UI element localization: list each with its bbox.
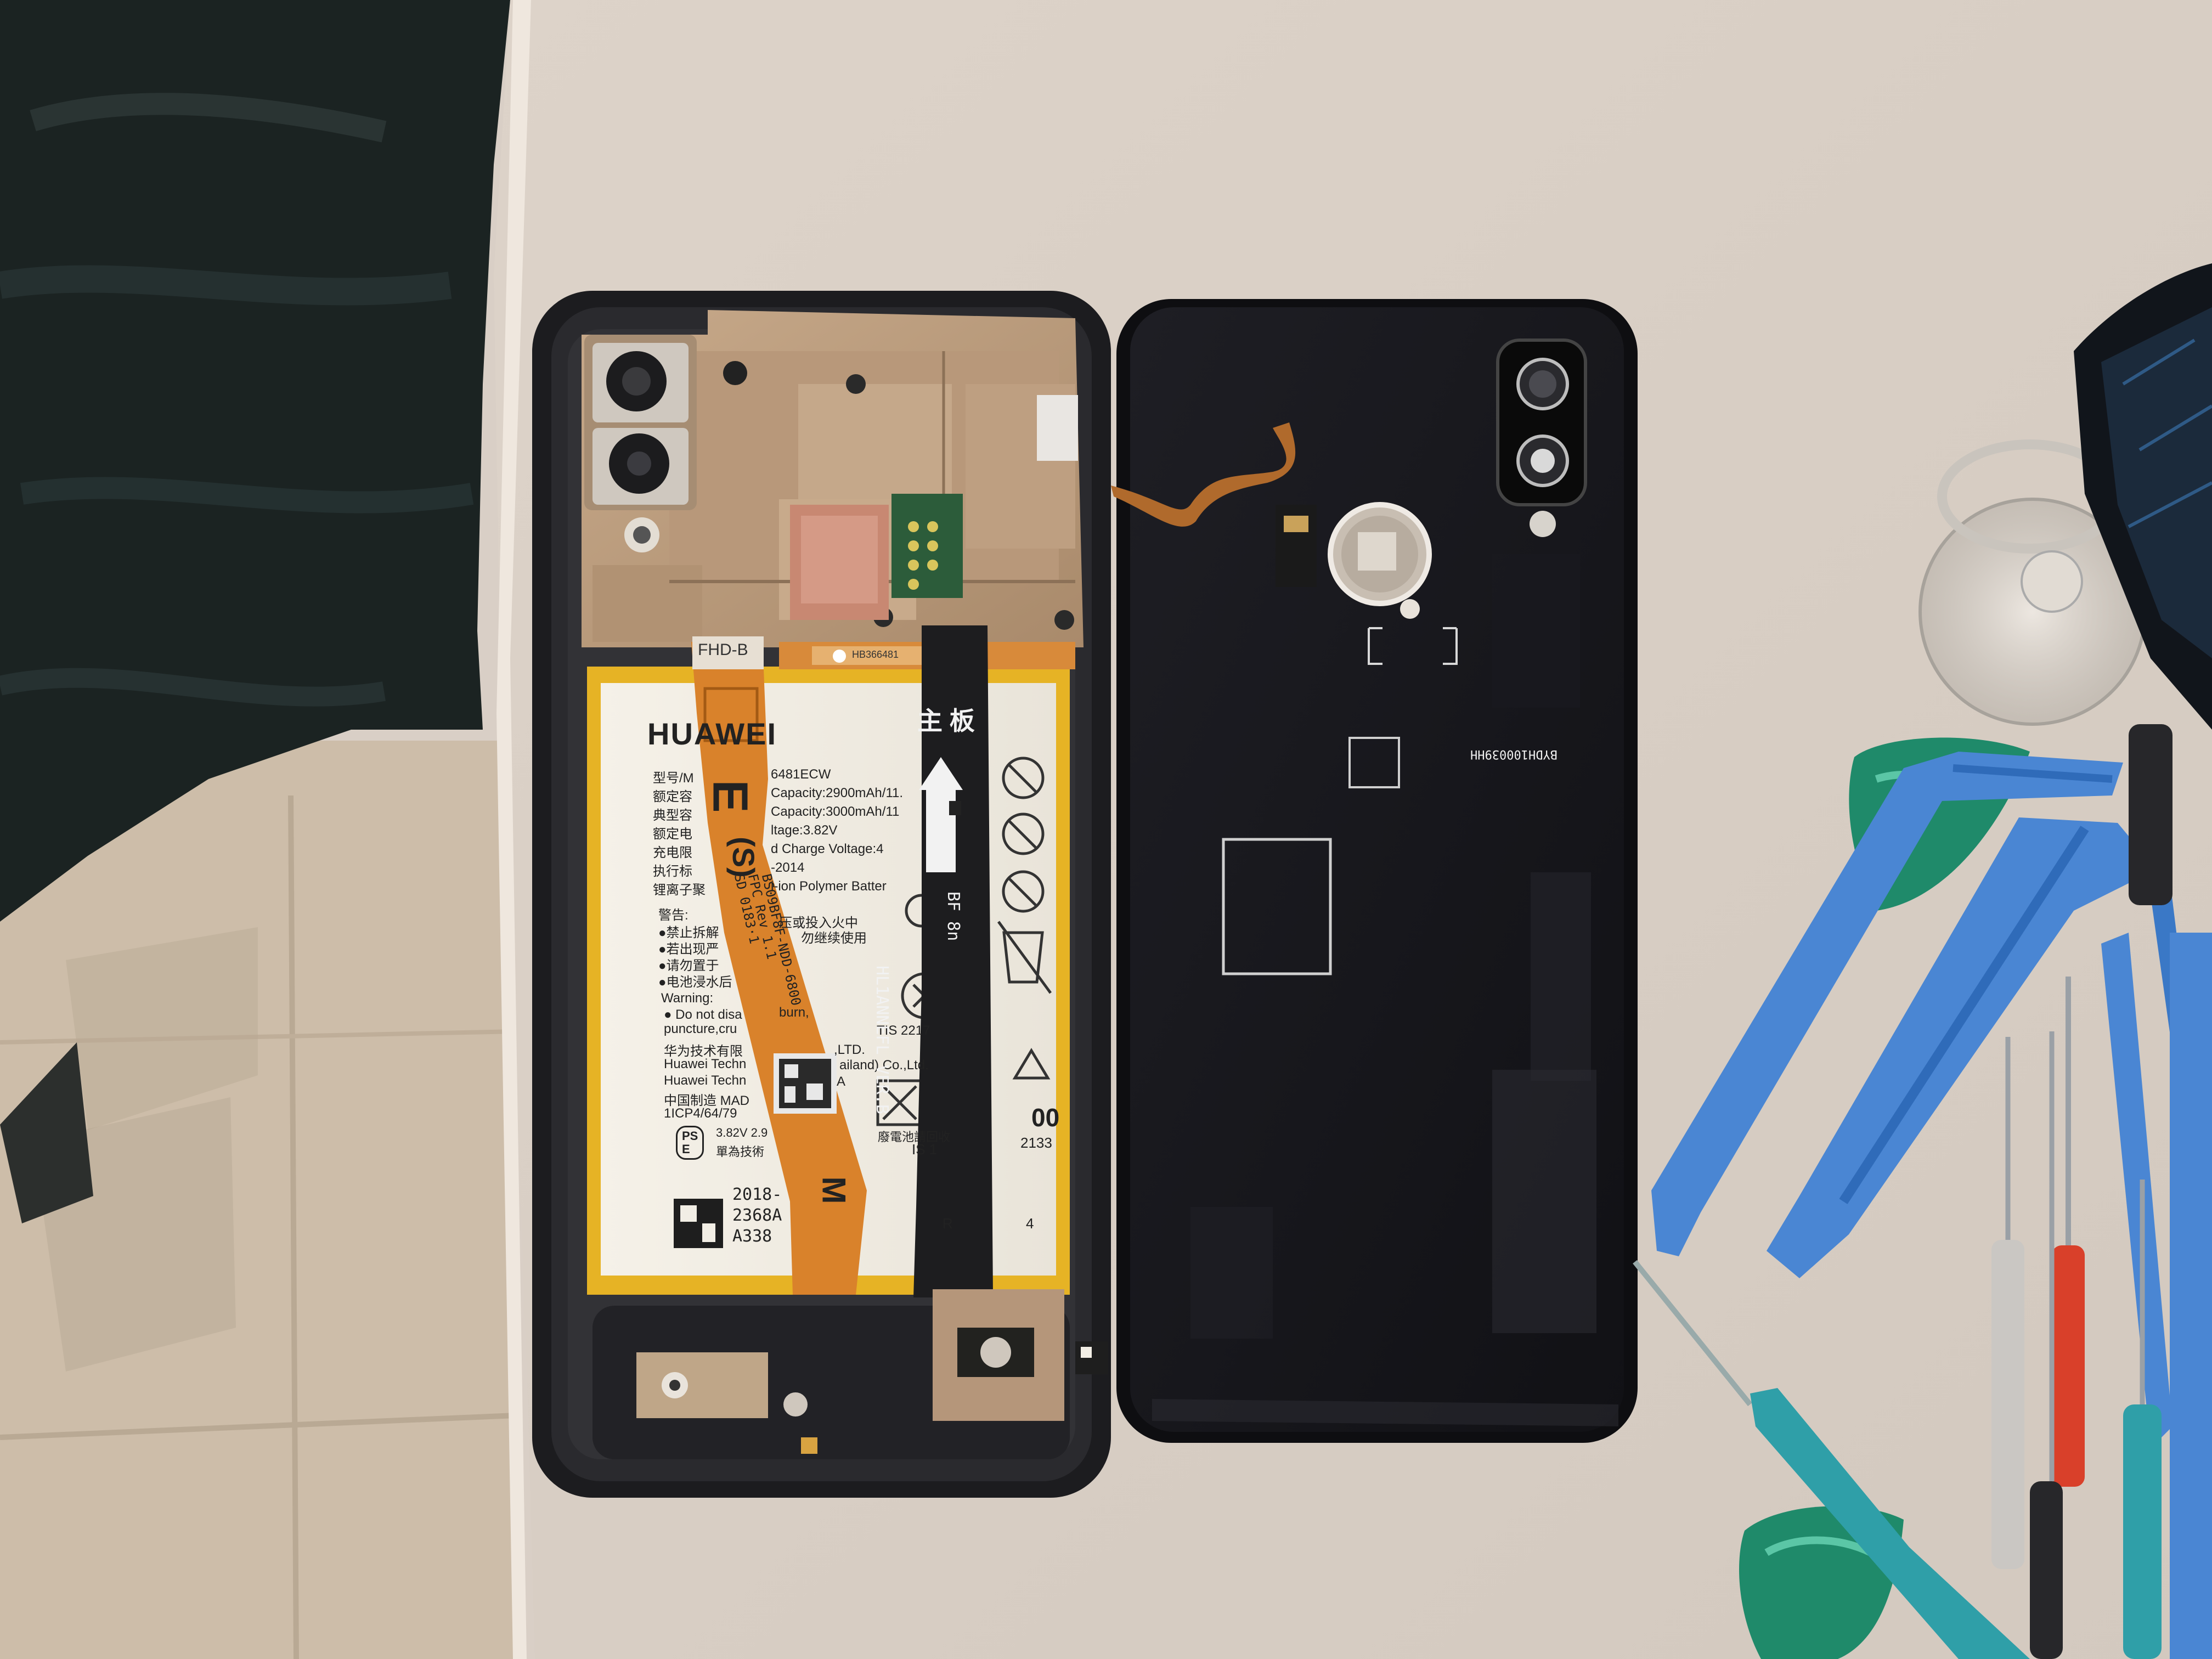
photo-scene: [0, 0, 2212, 1659]
black-ribbon-cable: [913, 625, 993, 1306]
bottom-board: [592, 1289, 1070, 1459]
